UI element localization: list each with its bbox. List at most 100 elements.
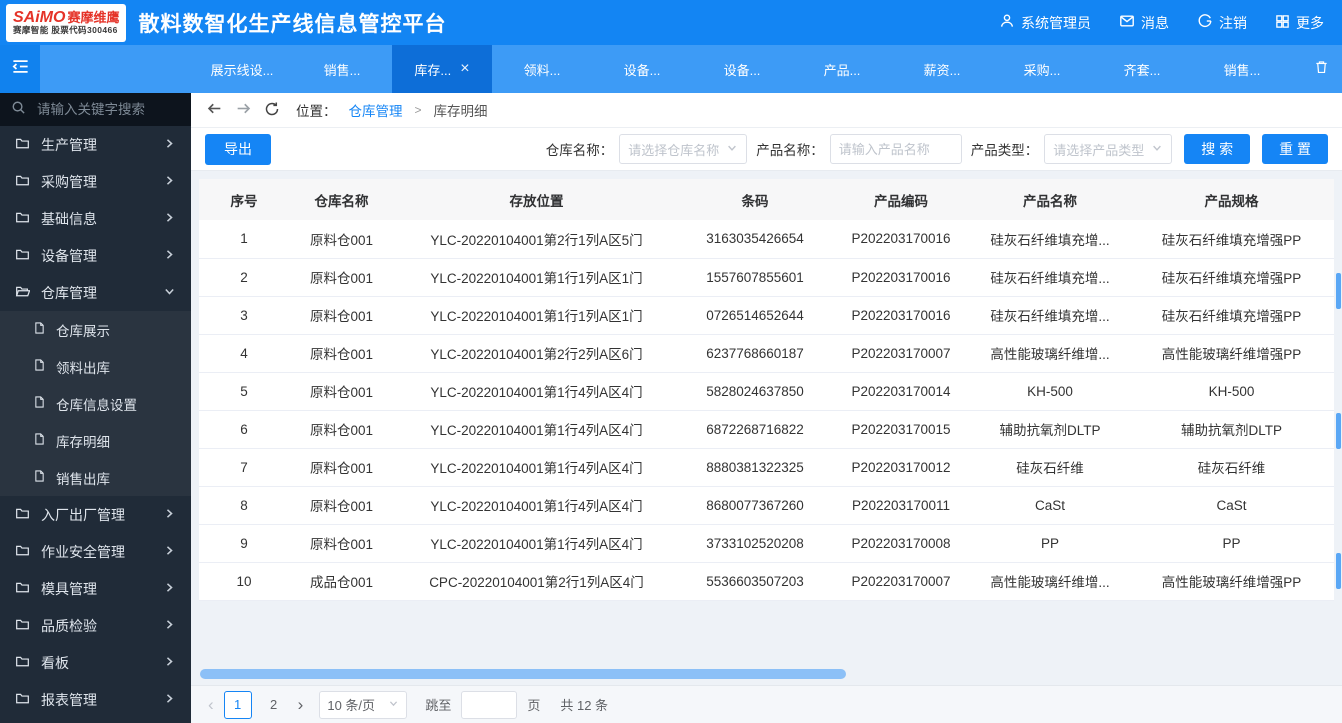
table-cell: 硅灰石纤维 (1129, 448, 1334, 487)
folder-icon (15, 654, 30, 672)
table-row[interactable]: 7 原料仓001 YLC-20220104001第1行4列A区4门 888038132… (199, 448, 1334, 487)
sidebar-subitem[interactable]: 仓库展示 (0, 311, 191, 348)
tab[interactable]: 领料... (492, 45, 592, 93)
sidebar-subitem[interactable]: 领料出库 (0, 348, 191, 385)
tab[interactable]: 产品... (792, 45, 892, 93)
page-size-value: 10 条/页 (327, 698, 376, 713)
table-row[interactable]: 3 原料仓001 YLC-20220104001第1行1列A区1门 072651465… (199, 296, 1334, 335)
sidebar-item[interactable]: 采购管理 (0, 163, 191, 200)
table-row[interactable]: 8 原料仓001 YLC-20220104001第1行4列A区4门 868007736… (199, 486, 1334, 525)
messages-button[interactable]: 消息 (1119, 13, 1169, 33)
jump-label: 跳至 (425, 698, 452, 713)
total-count: 共 12 条 (560, 698, 609, 713)
tab-bar: 展示线设... 销售... 库存... × 领料... 设备... 设备... 产品... 薪资… (0, 45, 1342, 93)
product-type-select[interactable]: 请选择产品类型 (1044, 134, 1173, 164)
tab[interactable]: 销售... (1192, 45, 1292, 93)
tab[interactable]: 薪资... (892, 45, 992, 93)
logout-button[interactable]: 注销 (1197, 13, 1247, 33)
table-cell: 8680077367260 (679, 486, 831, 525)
prev-page-button[interactable]: ‹ (208, 696, 214, 713)
jump-page-input[interactable] (461, 690, 518, 719)
sidebar-subitem-label: 库存明细 (56, 434, 110, 450)
tab-label: 领料... (523, 62, 561, 78)
refresh-button[interactable] (264, 101, 280, 120)
sidebar-item[interactable]: 入厂出厂管理 (0, 496, 191, 533)
sidebar-item[interactable]: 品质检验 (0, 607, 191, 644)
sidebar-item[interactable]: 设备管理 (0, 237, 191, 274)
vertical-scrollbar-segment[interactable] (1336, 413, 1341, 449)
sidebar-item[interactable]: 生产管理 (0, 126, 191, 163)
table-row[interactable]: 4 原料仓001 YLC-20220104001第2行2列A区6门 623776866… (199, 334, 1334, 373)
vertical-scrollbar-segment[interactable] (1336, 553, 1341, 589)
tab-label: 销售... (323, 62, 361, 78)
sidebar-menu: 生产管理采购管理 基础信息 设备管理 仓库管理 仓库展示 领料出库 仓库信息设置库存明细销售… (0, 126, 191, 723)
scrollbar-thumb[interactable] (200, 669, 846, 679)
sidebar-item[interactable]: 基础信息 (0, 200, 191, 237)
close-icon[interactable]: × (460, 61, 469, 77)
table-body: 1 原料仓001 YLC-20220104001第2行1列A区5门 316303542… (199, 220, 1334, 601)
table-cell: P202203170014 (831, 372, 971, 411)
sidebar-item-label: 生产管理 (41, 136, 97, 153)
sidebar-search-input[interactable] (35, 101, 163, 118)
folder-icon (15, 247, 30, 265)
table-cell: 3 (199, 296, 289, 335)
table-row[interactable]: 6 原料仓001 YLC-20220104001第1行4列A区4门 687226871… (199, 410, 1334, 449)
page-size-select[interactable]: 10 条/页 (319, 690, 408, 719)
more-button[interactable]: 更多 (1275, 13, 1324, 33)
horizontal-scrollbar[interactable] (200, 669, 1333, 679)
search-button[interactable]: 搜 索 (1184, 134, 1251, 164)
logout-icon (1197, 13, 1213, 32)
back-button[interactable] (206, 100, 223, 120)
close-all-tabs-button[interactable] (1314, 45, 1342, 93)
sidebar-item[interactable]: 仓库管理 (0, 274, 191, 311)
breadcrumb-parent[interactable]: 仓库管理 (349, 100, 403, 120)
tab[interactable]: 库存... × (392, 45, 492, 93)
sidebar-item-label: 模具管理 (41, 580, 97, 597)
table-cell: 2 (199, 258, 289, 297)
tab[interactable]: 设备... (592, 45, 692, 93)
warehouse-select[interactable]: 请选择仓库名称 (619, 134, 748, 164)
tab[interactable]: 展示线设... (192, 45, 292, 93)
folder-open-icon (15, 284, 31, 302)
sidebar-search[interactable] (0, 93, 191, 126)
table-cell: YLC-20220104001第1行4列A区4门 (394, 524, 679, 563)
content-panel: 位置： 仓库管理 > 库存明细 导出 仓库名称： 请选择仓库名称 产品名称： 请… (191, 93, 1342, 723)
sidebar-item[interactable]: 看板 (0, 644, 191, 681)
folder-icon (15, 691, 30, 709)
page-number[interactable]: 1 (223, 690, 252, 719)
file-icon (33, 358, 46, 375)
sidebar-item[interactable]: 报表管理 (0, 681, 191, 718)
export-button[interactable]: 导出 (205, 133, 271, 165)
reset-button[interactable]: 重 置 (1262, 134, 1328, 164)
page-number[interactable]: 2 (260, 691, 288, 719)
brand-subtitle: 赛摩智能 股票代码300466 (13, 25, 118, 36)
menu-fold-button[interactable] (0, 45, 40, 93)
sidebar-item[interactable]: 作业安全管理 (0, 533, 191, 570)
sidebar-item[interactable]: 模具管理 (0, 570, 191, 607)
chevron-down-icon (1151, 142, 1163, 157)
vertical-scrollbar-segment[interactable] (1336, 273, 1341, 309)
user-menu[interactable]: 系统管理员 (999, 13, 1091, 33)
sidebar-subitem[interactable]: 销售出库 (0, 459, 191, 496)
table-row[interactable]: 1 原料仓001 YLC-20220104001第2行1列A区5门 316303542… (199, 220, 1334, 259)
sidebar-subitem[interactable]: 仓库信息设置 (0, 385, 191, 422)
table-row[interactable]: 9 原料仓001 YLC-20220104001第1行4列A区4门 373310252… (199, 524, 1334, 563)
table-cell: CPC-20220104001第2行1列A区4门 (394, 562, 679, 601)
tab-label: 销售... (1223, 62, 1261, 78)
forward-button[interactable] (235, 100, 252, 120)
tab[interactable]: 设备... (692, 45, 792, 93)
tab[interactable]: 销售... (292, 45, 392, 93)
table-cell: 硅灰石纤维填充增强PP (1129, 296, 1334, 335)
chevron-right-icon (163, 581, 176, 597)
next-page-button[interactable]: › (298, 696, 304, 713)
table-cell: CaSt (971, 486, 1129, 525)
table-row[interactable]: 5 原料仓001 YLC-20220104001第1行4列A区4门 582802463… (199, 372, 1334, 411)
tab[interactable]: 齐套... (1092, 45, 1192, 93)
sidebar-subitem[interactable]: 库存明细 (0, 422, 191, 459)
product-name-input[interactable] (829, 134, 962, 164)
table-row[interactable]: 2 原料仓001 YLC-20220104001第1行1列A区1门 155760785… (199, 258, 1334, 297)
tab[interactable]: 采购... (992, 45, 1092, 93)
table-row[interactable]: 10 成品仓001 CPC-20220104001第2行1列A区4门 55366035… (199, 562, 1334, 601)
breadcrumb-current: 库存明细 (433, 104, 488, 119)
folder-icon (15, 136, 30, 154)
